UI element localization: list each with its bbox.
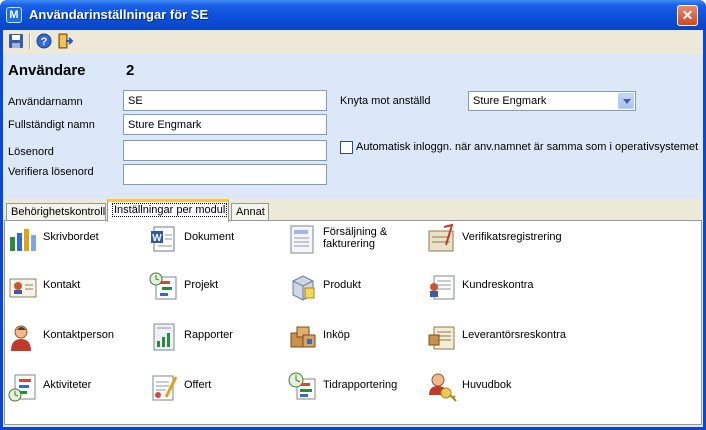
module-label: Inköp xyxy=(323,329,350,341)
verify-password-field[interactable] xyxy=(123,164,327,185)
module-product[interactable]: Produkt xyxy=(287,271,422,307)
user-id: 2 xyxy=(126,62,135,79)
contact-card-icon xyxy=(9,278,37,298)
exit-icon[interactable] xyxy=(57,33,74,49)
module-sales-invoicing[interactable]: Försäljning & fakturering xyxy=(287,223,422,259)
module-supplier-ledger[interactable]: Leverantörsreskontra xyxy=(426,321,566,357)
fullname-field[interactable] xyxy=(123,114,327,135)
toolbar-separator xyxy=(29,33,31,49)
module-general-ledger[interactable]: Huvudbok xyxy=(426,371,561,407)
app-icon: M xyxy=(6,7,22,23)
module-document[interactable]: W Dokument xyxy=(148,223,283,259)
quote-icon xyxy=(152,375,178,401)
module-label: Projekt xyxy=(184,279,219,291)
tab-module-settings-label: Inställningar per modul xyxy=(112,203,228,217)
module-desktop[interactable]: Skrivbordet xyxy=(7,223,142,259)
module-label: Försäljning & fakturering xyxy=(323,226,388,250)
password-field[interactable] xyxy=(123,140,327,161)
product-icon xyxy=(292,275,315,301)
username-field[interactable] xyxy=(123,90,327,111)
module-panel: Skrivbordet W Dokument Försäljning & fak… xyxy=(4,220,702,425)
window-title: Användarinställningar för SE xyxy=(29,7,209,22)
module-customer-ledger[interactable]: Kundreskontra xyxy=(426,271,561,307)
verify-password-label: Verifiera lösenord xyxy=(8,166,94,178)
tab-other[interactable]: Annat xyxy=(231,203,269,221)
module-voucher-registration[interactable]: Verifikatsregistrering xyxy=(426,223,562,259)
contact-person-icon xyxy=(11,325,31,351)
toolbar: ? xyxy=(3,30,703,52)
customer-ledger-icon xyxy=(430,275,455,300)
tab-module-settings[interactable]: Inställningar per modul xyxy=(107,199,229,222)
module-label: Tidrapportering xyxy=(323,379,398,391)
module-label: Produkt xyxy=(323,279,361,291)
close-button[interactable]: ✕ xyxy=(677,5,698,26)
username-label: Användarnamn xyxy=(8,96,83,108)
password-label: Lösenord xyxy=(8,146,54,158)
desktop-icon xyxy=(10,229,36,251)
tab-strip: Behörighetskontroll Inställningar per mo… xyxy=(3,199,703,222)
invoice-icon xyxy=(290,225,314,254)
activities-icon xyxy=(8,374,36,402)
module-label: Skrivbordet xyxy=(43,231,99,243)
time-report-icon xyxy=(288,372,316,400)
autologin-checkbox[interactable] xyxy=(340,141,353,154)
user-heading: Användare xyxy=(8,62,86,79)
document-icon: W xyxy=(151,226,175,252)
purchase-icon xyxy=(290,326,316,348)
tab-permissions[interactable]: Behörighetskontroll xyxy=(6,203,106,221)
title-bar[interactable]: M Användarinställningar för SE ✕ xyxy=(0,0,706,30)
save-icon[interactable] xyxy=(8,33,25,49)
tab-other-label: Annat xyxy=(236,206,265,218)
autologin-label: Automatisk inloggn. när anv.namnet är sa… xyxy=(356,141,699,153)
help-icon[interactable]: ? xyxy=(36,33,53,49)
chevron-down-icon[interactable] xyxy=(618,93,634,109)
tab-permissions-label: Behörighetskontroll xyxy=(11,206,106,218)
user-form: Användare 2 Användarnamn Fullständigt na… xyxy=(3,54,703,199)
module-label: Kontakt xyxy=(43,279,81,291)
employee-select-value: Sture Engmark xyxy=(473,95,547,107)
module-project[interactable]: Projekt xyxy=(148,271,283,307)
reports-icon xyxy=(153,323,175,351)
voucher-icon xyxy=(428,223,454,252)
project-icon xyxy=(149,272,177,300)
module-quote[interactable]: Offert xyxy=(148,371,283,407)
client-area: ? Användare 2 Användarnamn Fullständigt … xyxy=(3,30,703,427)
module-label: Offert xyxy=(184,379,212,391)
module-label: Kundreskontra xyxy=(462,279,534,291)
module-label: Aktiviteter xyxy=(43,379,92,391)
module-label: Huvudbok xyxy=(462,379,512,391)
employee-select[interactable]: Sture Engmark xyxy=(468,91,636,111)
module-time-reporting[interactable]: Tidrapportering xyxy=(287,371,422,407)
svg-text:?: ? xyxy=(41,36,48,48)
module-label: Rapporter xyxy=(184,329,233,341)
general-ledger-icon xyxy=(429,373,457,402)
module-activities[interactable]: Aktiviteter xyxy=(7,371,142,407)
module-label: Verifikatsregistrering xyxy=(462,231,562,243)
module-reports[interactable]: Rapporter xyxy=(148,321,283,357)
module-purchase[interactable]: Inköp xyxy=(287,321,422,357)
employee-label: Knyta mot anställd xyxy=(340,95,431,107)
module-label: Dokument xyxy=(184,231,235,243)
module-label: Kontaktperson xyxy=(43,329,114,341)
window: M Användarinställningar för SE ✕ ? Använ… xyxy=(0,0,706,430)
module-contact[interactable]: Kontakt xyxy=(7,271,142,307)
module-contact-person[interactable]: Kontaktperson xyxy=(7,321,142,357)
supplier-ledger-icon xyxy=(428,326,455,350)
fullname-label: Fullständigt namn xyxy=(8,119,95,131)
module-label: Leverantörsreskontra xyxy=(462,329,566,341)
svg-text:W: W xyxy=(152,233,162,244)
